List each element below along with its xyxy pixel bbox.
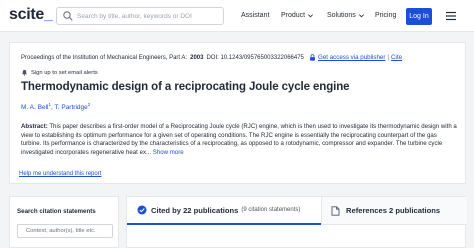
doi: DOI: 10.1243/095765003322066475 — [206, 55, 304, 61]
search-bar[interactable] — [56, 7, 224, 25]
chevron-down-icon — [358, 14, 364, 18]
tab-cited-by[interactable]: Cited by 22 publications (9 citation sta… — [127, 197, 321, 225]
document-icon — [331, 205, 340, 216]
cite-link[interactable]: Cite — [391, 54, 402, 61]
journal-name: Proceedings of the Institution of Mechan… — [21, 55, 188, 61]
search-input[interactable] — [77, 12, 217, 20]
paper-meta: Proceedings of the Institution of Mechan… — [21, 55, 304, 61]
citation-tabs-panel: Cited by 22 publications (9 citation sta… — [126, 196, 467, 248]
email-alert-toggle[interactable]: Sign up to set email alerts — [21, 69, 98, 76]
nav-solutions-menu[interactable]: Solutions — [327, 12, 365, 19]
access-links: Get access via publisher | Cite — [309, 54, 402, 61]
citation-statements-count: (9 citation statements) — [241, 207, 301, 213]
bell-icon — [22, 69, 27, 76]
search-icon — [63, 11, 73, 21]
cited-by-label: Cited by 22 publications — [151, 205, 239, 215]
abstract: Abstract: This paper describes a first-o… — [21, 123, 457, 157]
nav-solutions-label: Solutions — [327, 12, 356, 19]
nav-product-label: Product — [281, 12, 306, 19]
author-affiliation-number: 2 — [87, 102, 91, 107]
link-separator: | — [387, 54, 390, 61]
citation-search-input[interactable]: Context, author(s), title etc. — [17, 224, 113, 238]
check-circle-icon — [137, 205, 147, 215]
abstract-label: Abstract: — [21, 123, 48, 130]
nav-pricing-link[interactable]: Pricing — [375, 12, 396, 19]
lock-icon — [310, 54, 315, 61]
author-link[interactable]: M. A. Bell — [21, 104, 48, 111]
author-link[interactable]: T. Partridge — [55, 104, 88, 111]
top-nav: scite_ Assistant Product Solutions Prici… — [0, 0, 474, 32]
paper-card: Proceedings of the Institution of Mechan… — [9, 42, 466, 184]
hamburger-menu-icon[interactable] — [444, 9, 458, 23]
help-understand-link[interactable]: Help me understand this report — [19, 171, 101, 177]
nav-assistant-link[interactable]: Assistant — [241, 12, 269, 19]
login-button[interactable]: Log In — [406, 8, 432, 25]
publication-year: 2003 — [190, 55, 204, 61]
show-more-link[interactable]: Show more — [153, 149, 184, 156]
email-alert-label: Sign up to set email alerts — [31, 69, 98, 76]
scite-logo[interactable]: scite_ — [9, 6, 53, 24]
chevron-down-icon — [308, 14, 314, 18]
author-list: M. A. Bell1, T. Partridge2 — [21, 102, 90, 111]
citation-search-panel: Search citation statements Context, auth… — [9, 196, 119, 248]
references-label: References 2 publications — [346, 206, 441, 215]
abstract-text: This paper describes a first-order model… — [21, 123, 457, 156]
author-separator: , — [50, 104, 53, 112]
citation-search-heading: Search citation statements — [17, 208, 96, 215]
paper-title: Thermodynamic design of a reciprocating … — [21, 81, 350, 93]
get-access-link[interactable]: Get access via publisher — [318, 54, 385, 61]
nav-product-menu[interactable]: Product — [281, 12, 314, 19]
tab-references[interactable]: References 2 publications — [321, 197, 467, 225]
